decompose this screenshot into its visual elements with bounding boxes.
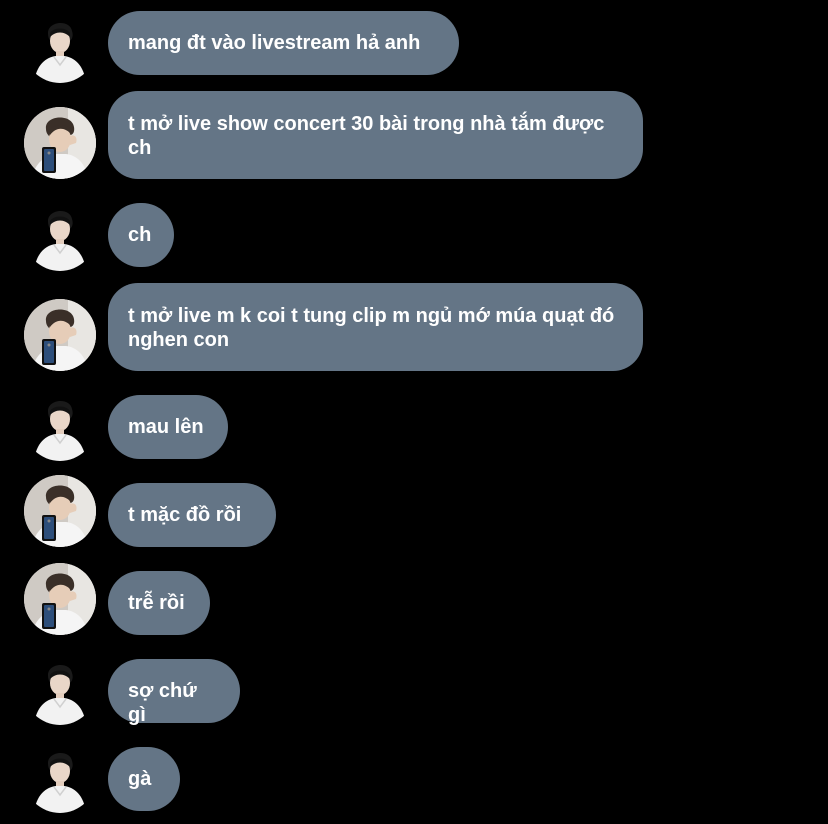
avatar-boy-white-shirt-icon[interactable] bbox=[24, 199, 96, 271]
message-row: t mặc đồ rồi bbox=[0, 483, 828, 547]
message-bubble[interactable]: t mở live m k coi t tung clip m ngủ mớ m… bbox=[108, 283, 643, 371]
avatar-boy-white-shirt-icon[interactable] bbox=[24, 741, 96, 813]
avatar-boy-mirror-selfie-icon[interactable] bbox=[24, 563, 96, 635]
message-bubble[interactable]: t mặc đồ rồi bbox=[108, 483, 276, 547]
message-row: trễ rồi bbox=[0, 571, 828, 635]
message-bubble[interactable]: gà bbox=[108, 747, 180, 811]
chat-thread: mang đt vào livestream hả anh t mở live … bbox=[0, 0, 828, 824]
avatar-boy-mirror-selfie-icon[interactable] bbox=[24, 475, 96, 547]
message-row: t mở live show concert 30 bài trong nhà … bbox=[0, 91, 828, 179]
message-row: mang đt vào livestream hả anh bbox=[0, 11, 828, 75]
message-row: gà bbox=[0, 747, 828, 811]
message-bubble[interactable]: t mở live show concert 30 bài trong nhà … bbox=[108, 91, 643, 179]
message-bubble[interactable]: mang đt vào livestream hả anh bbox=[108, 11, 459, 75]
message-bubble[interactable]: mau lên bbox=[108, 395, 228, 459]
avatar-boy-white-shirt-icon[interactable] bbox=[24, 389, 96, 461]
message-bubble[interactable]: sợ chứ gì bbox=[108, 659, 240, 726]
avatar-boy-white-shirt-icon[interactable] bbox=[24, 653, 96, 725]
message-row: sợ chứ gì bbox=[0, 659, 828, 726]
message-row: mau lên bbox=[0, 395, 828, 459]
message-bubble[interactable]: ch bbox=[108, 203, 174, 267]
message-row: t mở live m k coi t tung clip m ngủ mớ m… bbox=[0, 283, 828, 371]
avatar-boy-mirror-selfie-icon[interactable] bbox=[24, 107, 96, 179]
message-row: ch bbox=[0, 203, 828, 267]
avatar-boy-mirror-selfie-icon[interactable] bbox=[24, 299, 96, 371]
message-bubble[interactable]: trễ rồi bbox=[108, 571, 210, 635]
avatar-boy-white-shirt-icon[interactable] bbox=[24, 11, 96, 83]
